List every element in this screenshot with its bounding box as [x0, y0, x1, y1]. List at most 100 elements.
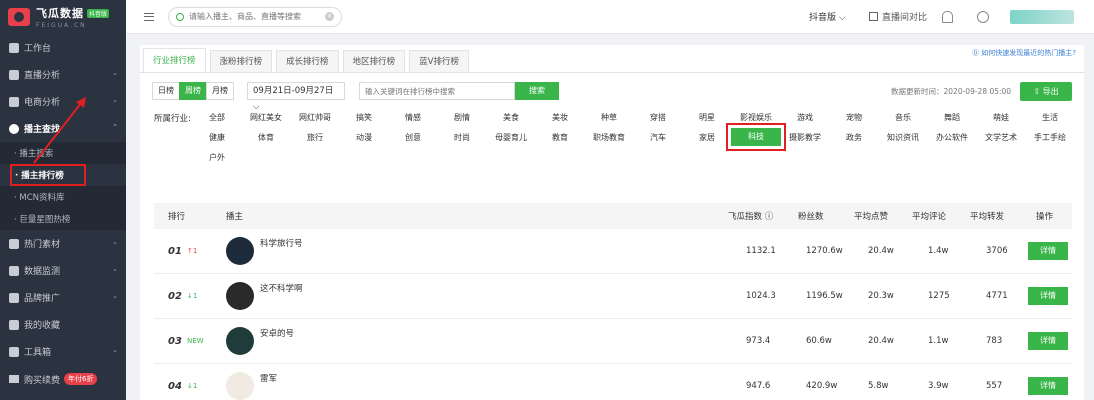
sidebar-item-ecommerce[interactable]: 电商分析 ⌄	[0, 88, 126, 115]
industry-option[interactable]: 健康	[192, 132, 242, 143]
sidebar-subitem-xingtu[interactable]: · 巨量星图热榜	[0, 208, 126, 230]
avatar[interactable]	[1010, 9, 1074, 24]
table-row[interactable]: 02 ↓1 这不科学啊 1024.3 1196.5w 20.3w 1275 4771 详情	[154, 274, 1072, 319]
industry-option[interactable]: 生活	[1025, 112, 1075, 123]
sidebar-item-favorites[interactable]: 我的收藏	[0, 311, 126, 338]
industry-option[interactable]: 全部	[192, 112, 242, 123]
industry-option[interactable]: 旅行	[290, 132, 340, 143]
table-row[interactable]: 03 NEW 安卓的号 973.4 60.6w 20.4w 1.1w 783 详情	[154, 319, 1072, 364]
industry-option[interactable]: 办公软件	[927, 132, 977, 143]
header-index: 飞瓜指数 ⓘ	[728, 212, 774, 222]
sidebar-subitem-ranking[interactable]: · 播主排行榜	[10, 164, 86, 186]
industry-option[interactable]: 搞笑	[339, 112, 389, 123]
table-row[interactable]: 04 ↓1 雷军 947.6 420.9w 5.8w 3.9w 557 详情	[154, 364, 1072, 400]
industry-option[interactable]: 美妆	[535, 112, 585, 123]
export-button[interactable]: ⇧ 导出	[1020, 81, 1072, 101]
help-link[interactable]: ⓪ 如何快速发现最近的热门播主?	[972, 48, 1076, 58]
sidebar-item-label: 数据监测	[24, 267, 61, 277]
period-month[interactable]: 月榜	[206, 82, 234, 100]
sidebar-item-toolbox[interactable]: 工具箱 ⌄	[0, 338, 126, 365]
sidebar-subitem-mcn[interactable]: · MCN资料库	[0, 186, 126, 208]
industry-option[interactable]: 情感	[388, 112, 438, 123]
sidebar-item-brand[interactable]: 品牌推广 ⌄	[0, 284, 126, 311]
streamer-avatar[interactable]	[226, 327, 254, 355]
clear-icon[interactable]: ✕	[325, 12, 334, 21]
period-day[interactable]: 日榜	[152, 82, 180, 100]
industry-filter: 所属行业: 全部 网红美女 网红帅哥 搞笑 情感 剧情 美食 美妆 种草 穿搭 明星 影视娱乐 游戏 宠物…	[140, 109, 1084, 181]
industry-option[interactable]: 萌娃	[976, 112, 1026, 123]
industry-option[interactable]: 科技	[731, 128, 781, 146]
global-search-input[interactable]	[189, 12, 325, 21]
sidebar-subitem-search[interactable]: · 播主搜索	[0, 142, 126, 164]
detail-button[interactable]: 详情	[1028, 242, 1068, 260]
industry-option[interactable]: 母婴育儿	[486, 132, 536, 143]
industry-option[interactable]: 汽车	[633, 132, 683, 143]
streamer-name[interactable]: 雷军	[260, 372, 277, 384]
ranking-tabs: 行业排行榜 涨粉排行榜 成长排行榜 地区排行榜 蓝V排行榜 ⓪ 如何快速发现最近…	[140, 45, 1084, 73]
search-button[interactable]: 搜索	[515, 82, 559, 100]
industry-option[interactable]: 手工手绘	[1025, 132, 1075, 143]
industry-option[interactable]: 文学艺术	[976, 132, 1026, 143]
detail-button[interactable]: 详情	[1028, 377, 1068, 395]
sidebar-item-streamer-search[interactable]: 播主查找 ⌃	[0, 115, 126, 142]
tab-bluev[interactable]: 蓝V排行榜	[409, 50, 469, 72]
industry-option[interactable]: 音乐	[878, 112, 928, 123]
tab-industry[interactable]: 行业排行榜	[143, 48, 206, 72]
industry-option[interactable]: 种草	[584, 112, 634, 123]
tab-growth[interactable]: 成长排行榜	[276, 50, 339, 72]
search-icon	[176, 12, 184, 21]
industry-option[interactable]: 动漫	[339, 132, 389, 143]
industry-option[interactable]: 网红帅哥	[290, 112, 340, 123]
detail-button[interactable]: 详情	[1028, 287, 1068, 305]
global-search[interactable]: ✕	[168, 6, 342, 27]
streamer-avatar[interactable]	[226, 237, 254, 265]
industry-option[interactable]: 户外	[192, 152, 242, 163]
sidebar-item-label: 品牌推广	[24, 294, 61, 304]
streamer-name[interactable]: 这不科学啊	[260, 282, 303, 294]
industry-option[interactable]: 网红美女	[241, 112, 291, 123]
industry-option[interactable]: 创意	[388, 132, 438, 143]
industry-option[interactable]: 政务	[829, 132, 879, 143]
streamer-avatar[interactable]	[226, 372, 254, 400]
buy-renew[interactable]: 购买续费 年付6折	[0, 365, 126, 393]
streamer-name[interactable]: 科学旅行号	[260, 237, 303, 249]
streamer-name[interactable]: 安卓的号	[260, 327, 294, 339]
date-range-select[interactable]: 09月21日-09月27日 ⌵	[247, 82, 345, 112]
industry-label: 所属行业:	[154, 114, 191, 124]
logo[interactable]: 飞瓜数据 抖音版 FEIGUA.CN	[0, 0, 126, 34]
period-week[interactable]: 周榜	[179, 82, 207, 100]
streamer-avatar[interactable]	[226, 282, 254, 310]
live-compare-button[interactable]: 直播间对比	[869, 10, 927, 23]
tab-region[interactable]: 地区排行榜	[342, 50, 406, 72]
table-row[interactable]: 01 ↑1 科学旅行号 1132.1 1270.6w 20.4w 1.4w 3706 详情	[154, 229, 1072, 274]
detail-button[interactable]: 详情	[1028, 332, 1068, 350]
period-toggle: 日榜 周榜 月榜	[152, 82, 234, 100]
keyword-input[interactable]	[359, 82, 515, 100]
industry-option[interactable]: 舞蹈	[927, 112, 977, 123]
industry-option[interactable]: 知识资讯	[878, 132, 928, 143]
sidebar-item-monitor[interactable]: 数据监测 ⌄	[0, 257, 126, 284]
industry-option[interactable]: 美食	[486, 112, 536, 123]
industry-option[interactable]: 家居	[682, 132, 732, 143]
industry-option[interactable]: 穿搭	[633, 112, 683, 123]
industry-option[interactable]: 影视娱乐	[731, 112, 781, 123]
sidebar-item-materials[interactable]: 热门素材 ⌄	[0, 230, 126, 257]
platform-select[interactable]: 抖音版 ⌵	[809, 10, 846, 23]
bell-icon[interactable]	[942, 10, 953, 23]
rank-trend: ↑1	[187, 247, 198, 255]
industry-option[interactable]: 剧情	[437, 112, 487, 123]
tab-fans-growth[interactable]: 涨粉排行榜	[209, 50, 273, 72]
industry-option[interactable]: 体育	[241, 132, 291, 143]
menu-icon[interactable]	[144, 12, 154, 21]
industry-option[interactable]: 游戏	[780, 112, 830, 123]
rank-number: 01	[168, 245, 182, 257]
sidebar-item-live-analysis[interactable]: 直播分析 ⌄	[0, 61, 126, 88]
industry-option[interactable]: 教育	[535, 132, 585, 143]
headset-icon[interactable]	[977, 10, 989, 23]
industry-option[interactable]: 摄影教学	[780, 132, 830, 143]
industry-option[interactable]: 明星	[682, 112, 732, 123]
industry-option[interactable]: 职场教育	[584, 132, 634, 143]
sidebar-item-workbench[interactable]: 工作台	[0, 34, 126, 61]
industry-option[interactable]: 时尚	[437, 132, 487, 143]
industry-option[interactable]: 宠物	[829, 112, 879, 123]
